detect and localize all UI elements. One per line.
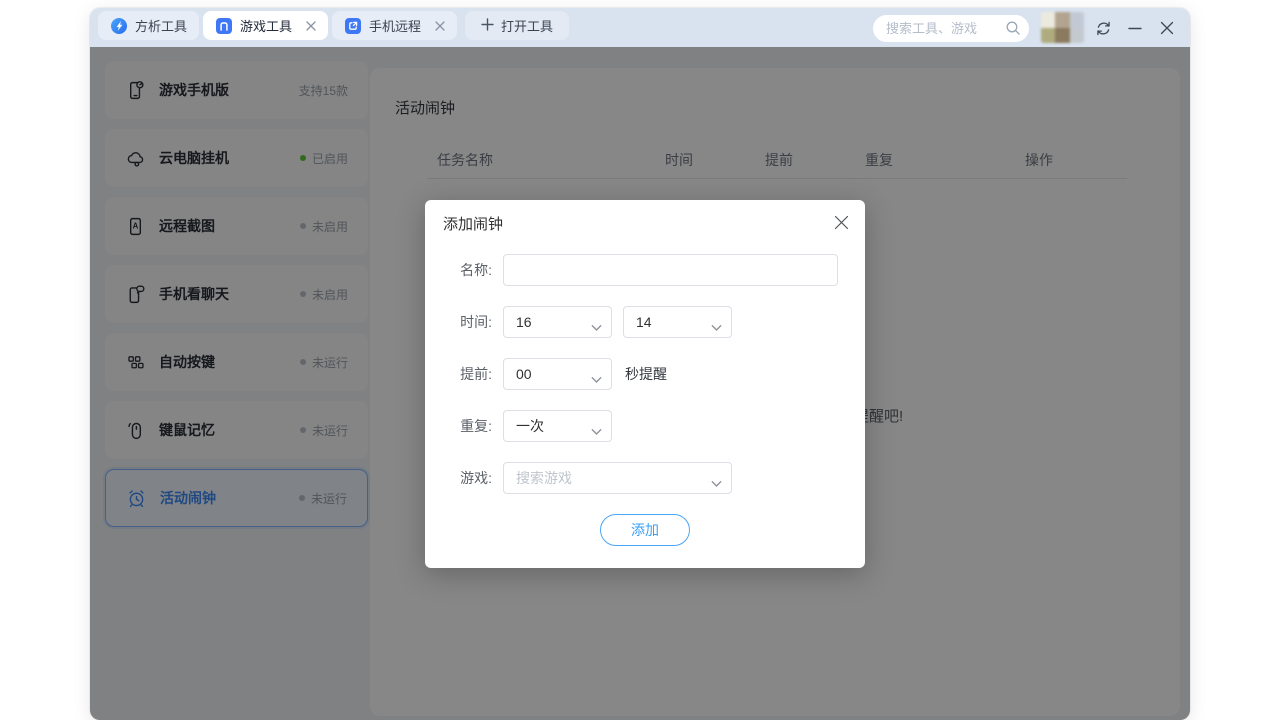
repeat-select-value: 一次 <box>516 416 544 436</box>
game-select[interactable]: 搜索游戏 <box>503 462 732 494</box>
alarm-name-input[interactable] <box>503 254 838 286</box>
form-row-time: 时间: 16 14 <box>425 306 865 338</box>
avatar-pixel <box>1070 28 1084 44</box>
plus-icon <box>481 18 494 34</box>
user-avatar[interactable] <box>1041 12 1084 43</box>
tab-close-icon[interactable] <box>435 21 445 31</box>
app-window: 方析工具 游戏工具 <box>90 8 1190 720</box>
chevron-down-icon <box>711 319 722 335</box>
minimize-button[interactable] <box>1122 15 1148 41</box>
refresh-button[interactable] <box>1090 15 1116 41</box>
hour-select-value: 16 <box>516 314 532 330</box>
hour-select[interactable]: 16 <box>503 306 612 338</box>
minute-select[interactable]: 14 <box>623 306 732 338</box>
avatar-pixel <box>1070 12 1084 28</box>
new-tab-button[interactable]: 打开工具 <box>465 11 569 40</box>
tab-phone-remote[interactable]: 手机远程 <box>332 11 457 40</box>
dialog-close-icon[interactable] <box>830 211 852 233</box>
game-label: 游戏: <box>425 462 492 494</box>
game-select-placeholder: 搜索游戏 <box>516 468 572 488</box>
dialog-title: 添加闹钟 <box>443 213 503 234</box>
time-label: 时间: <box>425 306 492 338</box>
tab-analysis-tools[interactable]: 方析工具 <box>98 11 199 40</box>
advance-label: 提前: <box>425 358 492 390</box>
advance-select[interactable]: 00 <box>503 358 612 390</box>
form-row-repeat: 重复: 一次 <box>425 410 865 442</box>
name-label: 名称: <box>425 254 492 286</box>
advance-suffix-text: 秒提醒 <box>625 358 667 390</box>
search-box <box>873 15 1029 42</box>
avatar-pixel <box>1055 12 1069 28</box>
repeat-select[interactable]: 一次 <box>503 410 612 442</box>
search-icon[interactable] <box>1005 20 1021 41</box>
avatar-pixel <box>1055 28 1069 44</box>
form-row-game: 游戏: 搜索游戏 <box>425 462 865 494</box>
repeat-label: 重复: <box>425 410 492 442</box>
form-row-name: 名称: <box>425 254 865 286</box>
tab-game-tools[interactable]: 游戏工具 <box>203 11 328 40</box>
add-button[interactable]: 添加 <box>600 514 690 546</box>
close-window-button[interactable] <box>1154 15 1180 41</box>
tab-label: 方析工具 <box>135 16 187 35</box>
analysis-tool-icon <box>111 18 127 34</box>
chevron-down-icon <box>591 423 602 439</box>
new-tab-label: 打开工具 <box>501 16 553 35</box>
minute-select-value: 14 <box>636 314 652 330</box>
chevron-down-icon <box>711 475 722 491</box>
tab-bar: 方析工具 游戏工具 <box>90 8 1190 47</box>
form-row-advance: 提前: 00 秒提醒 <box>425 358 865 390</box>
tabbar-right-group <box>873 11 1180 43</box>
tab-label: 手机远程 <box>369 16 421 35</box>
game-tool-icon <box>216 18 232 34</box>
chevron-down-icon <box>591 319 602 335</box>
advance-select-value: 00 <box>516 366 532 382</box>
avatar-pixel <box>1041 28 1055 44</box>
avatar-pixel <box>1041 12 1055 28</box>
phone-remote-icon <box>345 18 361 34</box>
tab-label: 游戏工具 <box>240 16 292 35</box>
chevron-down-icon <box>591 371 602 387</box>
tab-close-icon[interactable] <box>306 21 316 31</box>
add-alarm-dialog: 添加闹钟 名称: 时间: 16 14 <box>425 200 865 568</box>
